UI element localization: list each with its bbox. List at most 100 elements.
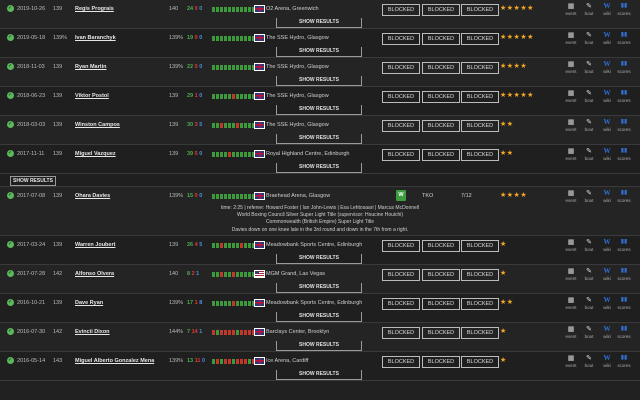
- event-label: event: [565, 275, 577, 281]
- bout-date: 2016-07-30: [17, 328, 46, 335]
- scores-link[interactable]: ▮▮ scores: [616, 147, 632, 161]
- scores-link[interactable]: ▮▮ scores: [616, 296, 632, 310]
- wiki-link[interactable]: Wwiki: [599, 89, 615, 103]
- wiki-link[interactable]: Wwiki: [599, 60, 615, 74]
- show-results-button[interactable]: SHOW RESULTS: [276, 340, 362, 351]
- show-results-button[interactable]: SHOW RESULTS: [276, 369, 362, 380]
- bout-link[interactable]: ✎ bout: [581, 189, 597, 203]
- scores-link[interactable]: ▮▮ scores: [616, 238, 632, 252]
- bout-link[interactable]: ✎ bout: [581, 60, 597, 74]
- bout-link[interactable]: ✎ bout: [581, 325, 597, 339]
- opponent-name-link[interactable]: Dave Ryan: [75, 294, 103, 312]
- scores-link[interactable]: ▮▮ scores: [616, 354, 632, 368]
- blocked-badge: BLOCKED: [422, 326, 460, 339]
- opponent-name-link[interactable]: Miguel Vazquez: [75, 145, 116, 163]
- result-bar: [248, 7, 251, 12]
- scores-link[interactable]: ▮▮ scores: [616, 325, 632, 339]
- show-results-button[interactable]: SHOW RESULTS: [276, 105, 362, 115]
- record-draws: 0: [200, 357, 206, 364]
- result-bar: [228, 194, 231, 199]
- event-link[interactable]: ▦ event: [563, 325, 579, 339]
- opponent-name-link[interactable]: Viktor Postol: [75, 87, 109, 105]
- result-bar: [212, 7, 215, 12]
- event-link[interactable]: ▦ event: [563, 31, 579, 45]
- bout-date: 2017-11-11: [17, 151, 45, 157]
- opponent-name-link[interactable]: Winston Campos: [75, 116, 120, 134]
- show-results-button[interactable]: SHOW RESULTS: [276, 311, 362, 322]
- result-bar: [212, 242, 215, 248]
- wiki-link[interactable]: Wwiki: [599, 238, 615, 252]
- show-results-button[interactable]: SHOW RESULTS: [276, 253, 362, 264]
- bout-line: 2018-06-23 139 Viktor Postol 139 29 1 0 The S…: [0, 87, 640, 105]
- show-results-button[interactable]: SHOW RESULTS: [276, 134, 362, 144]
- bout-link[interactable]: ✎ bout: [581, 2, 597, 16]
- wiki-link[interactable]: Wwiki: [599, 267, 615, 281]
- wiki-link[interactable]: Wwiki: [599, 296, 615, 310]
- result-bar: [232, 271, 235, 277]
- result-bar: [244, 94, 247, 99]
- scores-link[interactable]: ▮▮ scores: [616, 89, 632, 103]
- opponent-name-link[interactable]: Alfonso Olvera: [75, 265, 114, 283]
- bout-link[interactable]: ✎ bout: [581, 118, 597, 132]
- show-results-button[interactable]: SHOW RESULTS: [276, 76, 362, 86]
- opponent-name-link[interactable]: Regis Prograis: [75, 0, 114, 18]
- scores-link[interactable]: ▮▮ scores: [616, 31, 632, 45]
- event-link[interactable]: ▦ event: [563, 60, 579, 74]
- wiki-label: wiki: [603, 69, 611, 74]
- wiki-link[interactable]: Wwiki: [599, 118, 615, 132]
- event-link[interactable]: ▦ event: [563, 89, 579, 103]
- country-flag-icon: [254, 150, 265, 158]
- opponent-name-link[interactable]: Ivan Baranchyk: [75, 29, 116, 47]
- result-bar: [224, 271, 227, 277]
- bout-icon: ✎: [586, 354, 592, 362]
- rating-stars: ★★★★: [500, 192, 528, 199]
- event-link[interactable]: ▦ event: [563, 267, 579, 281]
- scores-icon: ▮▮: [620, 325, 628, 332]
- event-link[interactable]: ▦ event: [563, 2, 579, 16]
- wiki-link[interactable]: Wwiki: [599, 147, 615, 161]
- event-link[interactable]: ▦ event: [563, 118, 579, 132]
- opponent-weight: 139: [53, 241, 63, 248]
- event-link[interactable]: ▦ event: [563, 189, 579, 203]
- opponent-name-link[interactable]: Ryan Martin: [75, 58, 106, 76]
- wiki-link[interactable]: Wwiki: [599, 31, 615, 45]
- result-bar: [216, 242, 219, 248]
- scores-link[interactable]: ▮▮ scores: [616, 118, 632, 132]
- record-draws: 5: [197, 122, 203, 128]
- result-bar: [236, 194, 239, 199]
- event-link[interactable]: ▦ event: [563, 238, 579, 252]
- result-bar: [236, 271, 239, 277]
- opponent-name-link[interactable]: Evincii Dixon: [75, 323, 110, 341]
- last-6-results-bars: [212, 271, 260, 277]
- opponent-name-link[interactable]: Miguel Alberto Gonzalez Mena: [75, 352, 154, 370]
- bout-link[interactable]: ✎ bout: [581, 354, 597, 368]
- show-results-button[interactable]: SHOW RESULTS: [276, 282, 362, 293]
- bout-link[interactable]: ✎ bout: [581, 89, 597, 103]
- scores-link[interactable]: ▮▮ scores: [616, 2, 632, 16]
- opponent-name-link[interactable]: Warren Joubert: [75, 236, 115, 254]
- opponent-weight: 139: [53, 193, 63, 199]
- wiki-link[interactable]: Wwiki: [599, 189, 615, 203]
- event-link[interactable]: ▦ event: [563, 354, 579, 368]
- opponent-name-link[interactable]: Ohara Davies: [75, 187, 110, 205]
- wiki-link[interactable]: Wwiki: [599, 325, 615, 339]
- scores-link[interactable]: ▮▮ scores: [616, 267, 632, 281]
- bout-link[interactable]: ✎ bout: [581, 238, 597, 252]
- bout-link[interactable]: ✎ bout: [581, 267, 597, 281]
- bout-link[interactable]: ✎ bout: [581, 147, 597, 161]
- show-results-button[interactable]: SHOW RESULTS: [276, 18, 362, 28]
- event-link[interactable]: ▦ event: [563, 147, 579, 161]
- wiki-link[interactable]: Wwiki: [599, 2, 615, 16]
- show-results-button[interactable]: SHOW RESULTS: [276, 163, 362, 173]
- show-results-button[interactable]: SHOW RESULTS: [276, 47, 362, 57]
- bout-link[interactable]: ✎ bout: [581, 31, 597, 45]
- opponent-record: 17 1 8: [187, 294, 202, 312]
- event-link[interactable]: ▦ event: [563, 296, 579, 310]
- wiki-link[interactable]: Wwiki: [599, 354, 615, 368]
- bout-link[interactable]: ✎ bout: [581, 296, 597, 310]
- last-6-results-bars: [212, 242, 260, 248]
- scores-link[interactable]: ▮▮ scores: [616, 60, 632, 74]
- scores-link[interactable]: ▮▮ scores: [616, 189, 632, 203]
- show-results-button[interactable]: SHOW RESULTS: [10, 176, 56, 186]
- result-bar: [220, 7, 223, 12]
